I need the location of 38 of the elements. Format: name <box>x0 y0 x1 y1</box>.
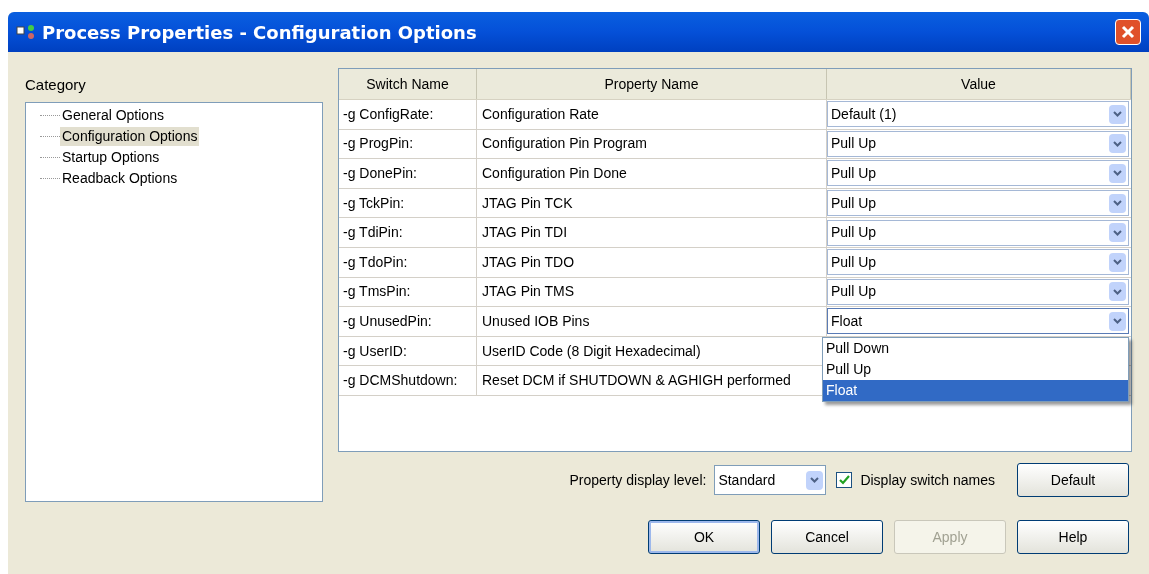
dialog-button[interactable]: OK <box>648 520 760 554</box>
value-dropdown[interactable]: Pull Up <box>827 190 1129 217</box>
column-header[interactable]: Value <box>827 69 1131 99</box>
default-button[interactable]: Default <box>1017 463 1129 497</box>
dialog-button[interactable]: Cancel <box>771 520 883 554</box>
close-button[interactable] <box>1115 19 1141 45</box>
display-switch-names-checkbox[interactable] <box>836 472 853 488</box>
tree-item[interactable]: General Options <box>60 106 166 125</box>
checkbox-label: Display switch names <box>860 470 995 490</box>
value-dropdown[interactable]: Default (1) <box>827 101 1129 128</box>
table-cell: -g ConfigRate: <box>339 100 477 129</box>
dropdown-option[interactable]: Float <box>823 379 1128 401</box>
value-dropdown[interactable]: Float <box>827 308 1129 335</box>
display-level-dropdown[interactable]: Standard <box>714 465 827 495</box>
column-header[interactable]: Switch Name <box>339 69 477 99</box>
tree-item[interactable]: Readback Options <box>60 169 180 188</box>
table-cell: -g DCMShutdown: <box>339 366 477 395</box>
dialog-button[interactable]: Help <box>1017 520 1129 554</box>
display-level-label: Property display level: <box>569 470 707 490</box>
table-cell: -g TckPin: <box>339 188 477 218</box>
value-dropdown[interactable]: Pull Up <box>827 278 1129 305</box>
close-icon <box>1121 25 1135 39</box>
table-cell: -g UnusedPin: <box>339 307 477 336</box>
column-header[interactable]: Property Name <box>477 69 827 99</box>
table-cell: -g DonePin: <box>339 159 477 188</box>
tree-item[interactable]: Startup Options <box>60 148 162 167</box>
table-cell: -g TmsPin: <box>339 277 477 307</box>
window-title: Process Properties - Configuration Options <box>42 20 477 45</box>
value-dropdown[interactable]: Pull Up <box>827 219 1129 246</box>
table-cell: -g ProgPin: <box>339 129 477 159</box>
category-label: Category <box>25 75 87 95</box>
value-dropdown[interactable]: Pull Up <box>827 160 1129 187</box>
table-cell: -g UserID: <box>339 336 477 366</box>
value-dropdown[interactable]: Pull Up <box>827 249 1129 276</box>
value-dropdown[interactable]: Pull Up <box>827 130 1129 157</box>
table-cell: -g TdoPin: <box>339 247 477 277</box>
table-cell: -g TdiPin: <box>339 218 477 247</box>
tree-item[interactable]: Configuration Options <box>60 127 200 146</box>
